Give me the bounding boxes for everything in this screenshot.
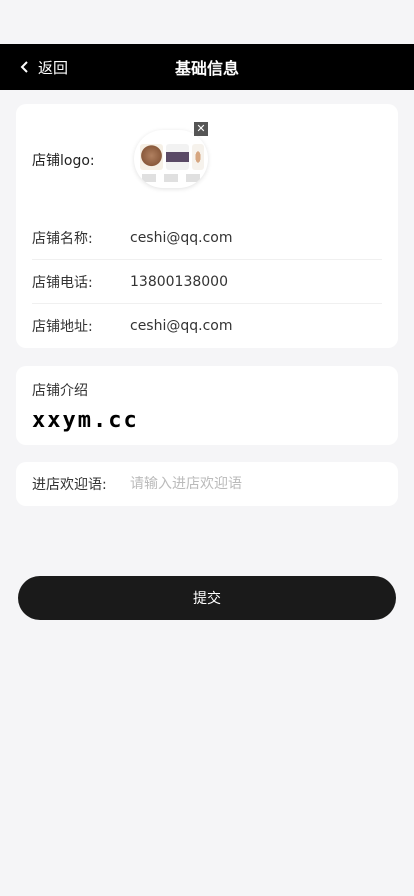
logo-row: 店铺logo: ✕ — [32, 104, 382, 216]
logo-image[interactable] — [134, 130, 208, 188]
shop-address-label: 店铺地址: — [32, 319, 93, 335]
shop-address-row: 店铺地址: ceshi@qq.com — [32, 304, 382, 348]
back-button[interactable]: 返回 — [18, 44, 68, 90]
shop-phone-label: 店铺电话: — [32, 274, 93, 291]
welcome-card: 进店欢迎语: — [16, 462, 398, 506]
status-area — [0, 0, 414, 44]
logo-upload[interactable]: ✕ — [130, 122, 208, 188]
submit-button[interactable]: 提交 — [18, 576, 396, 620]
welcome-input[interactable] — [130, 476, 350, 492]
shop-name-label: 店铺名称: — [32, 230, 93, 247]
shop-intro-card[interactable]: 店铺介绍 xxym.cc — [16, 366, 398, 445]
chevron-left-icon — [20, 61, 28, 73]
welcome-label: 进店欢迎语: — [32, 477, 107, 493]
page-title: 基础信息 — [174, 59, 239, 78]
thumb-car-image — [166, 144, 190, 170]
thumb-figure-image — [192, 144, 204, 170]
shop-phone-value[interactable]: 13800138000 — [130, 274, 228, 290]
shop-address-value[interactable]: ceshi@qq.com — [130, 318, 233, 334]
close-icon[interactable]: ✕ — [194, 122, 208, 136]
shop-intro-label: 店铺介绍 — [32, 383, 88, 399]
logo-label: 店铺logo: — [32, 153, 95, 169]
navbar: 返回 基础信息 — [0, 44, 414, 90]
shop-intro-value[interactable]: xxym.cc — [32, 408, 382, 433]
shop-name-row: 店铺名称: ceshi@qq.com — [32, 216, 382, 260]
shop-phone-row: 店铺电话: 13800138000 — [32, 260, 382, 304]
shop-info-card: 店铺logo: ✕ 店铺名称: ceshi@qq.com 店铺电话: 13800… — [16, 104, 398, 348]
back-label: 返回 — [38, 58, 69, 77]
logo-image-products — [140, 144, 204, 170]
shop-name-value[interactable]: ceshi@qq.com — [130, 230, 233, 246]
thumb-caption-lines — [142, 174, 200, 182]
thumb-bear-image — [140, 144, 164, 170]
